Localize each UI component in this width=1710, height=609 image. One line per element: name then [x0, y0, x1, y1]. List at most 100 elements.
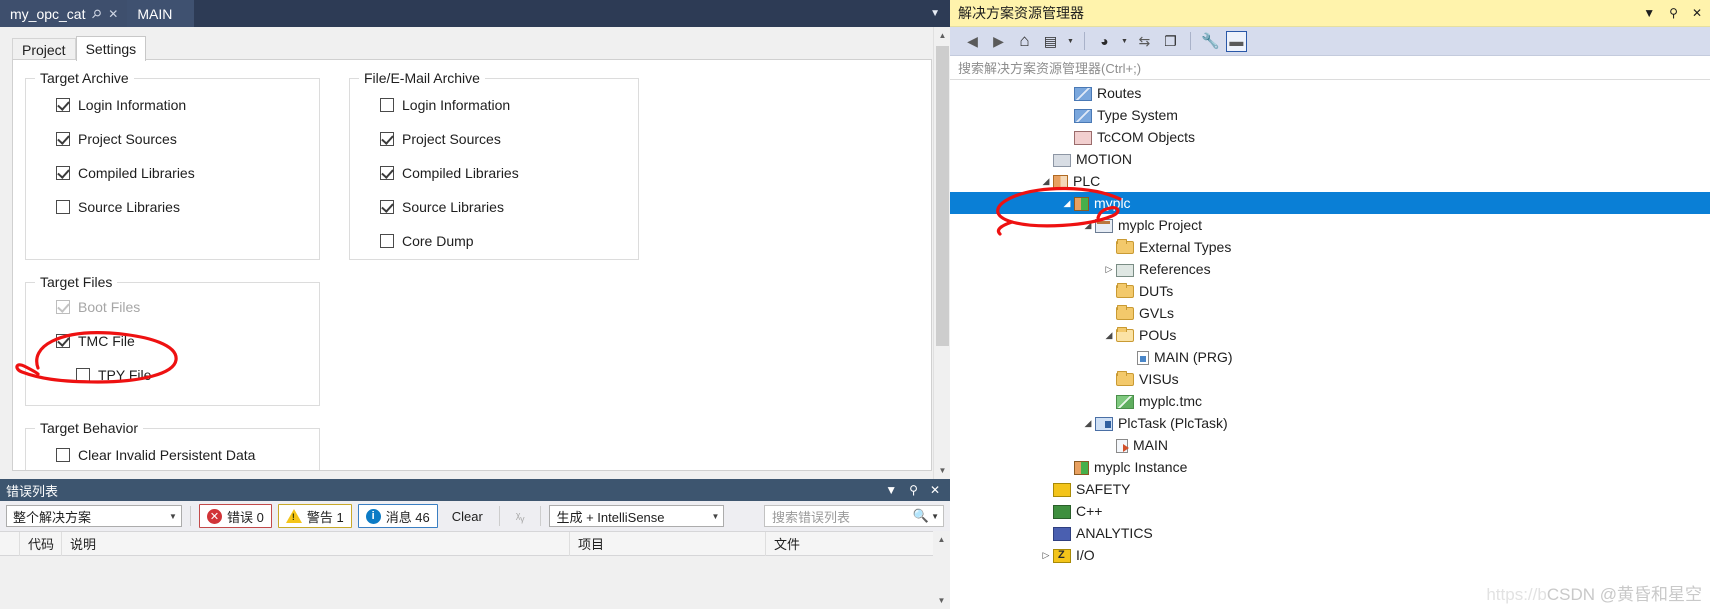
tree-item-references[interactable]: ▷ References [950, 258, 1710, 280]
tree-item-myplc-project[interactable]: ◢ myplc Project [950, 214, 1710, 236]
tree-item-myplc[interactable]: ◢ myplc [950, 192, 1710, 214]
column-header[interactable]: 代码 [20, 531, 62, 556]
chevron-down-icon[interactable]: ▼ [920, 0, 950, 27]
checkbox-clear-invalid-persistent-data[interactable] [56, 448, 70, 462]
scope-combo[interactable]: 整个解决方案 ▼ [6, 505, 182, 527]
sync-with-active-document-icon[interactable]: ▤ [1040, 31, 1061, 52]
chevron-down-icon[interactable]: ▼ [165, 512, 181, 521]
column-header[interactable]: 说明 [62, 531, 570, 556]
solution-explorer-search[interactable]: 搜索解决方案资源管理器(Ctrl+;) [950, 56, 1710, 80]
checkbox-project-sources[interactable] [380, 132, 394, 146]
refresh-icon[interactable]: ⇆ [1134, 31, 1155, 52]
document-tab-my-opc-cat[interactable]: my_opc_cat ⚲ ✕ [0, 0, 128, 27]
checkbox-row[interactable]: Login Information [56, 97, 195, 113]
pending-changes-filter-icon[interactable]: ◕ [1094, 31, 1115, 52]
tree-item-main[interactable]: MAIN [950, 434, 1710, 456]
checkbox-login-information[interactable] [56, 98, 70, 112]
build-scope-combo[interactable]: 生成 + IntelliSense ▼ [549, 505, 725, 527]
column-header[interactable]: 项目 [570, 531, 766, 556]
tree-item-external-types[interactable]: External Types [950, 236, 1710, 258]
scrollbar-thumb[interactable] [936, 46, 949, 346]
chevron-down-icon[interactable]: ▼ [1643, 6, 1655, 20]
document-tab-main[interactable]: MAIN [127, 0, 195, 27]
expanded-twisty-icon[interactable]: ◢ [1039, 176, 1053, 187]
checkbox-source-libraries[interactable] [56, 200, 70, 214]
checkbox-row[interactable]: Compiled Libraries [380, 165, 519, 181]
tree-item-visus[interactable]: VISUs [950, 368, 1710, 390]
tree-item-routes[interactable]: Routes [950, 82, 1710, 104]
checkbox-row[interactable]: Compiled Libraries [56, 165, 195, 181]
search-icon[interactable]: 🔍 [913, 508, 929, 524]
tree-item-tccom-objects[interactable]: TcCOM Objects [950, 126, 1710, 148]
tree-item-safety[interactable]: SAFETY [950, 478, 1710, 500]
checkbox-row[interactable]: Project Sources [56, 131, 195, 147]
checkbox-project-sources[interactable] [56, 132, 70, 146]
collapsed-twisty-icon[interactable]: ▷ [1102, 264, 1116, 275]
tree-item-analytics[interactable]: ANALYTICS [950, 522, 1710, 544]
tree-item-c[interactable]: C++ [950, 500, 1710, 522]
column-header[interactable]: 文件 [766, 532, 933, 556]
tab-project[interactable]: Project [12, 38, 76, 61]
tree-item-main-prg[interactable]: MAIN (PRG) [950, 346, 1710, 368]
checkbox-row[interactable]: Login Information [380, 97, 519, 113]
checkbox-row[interactable]: Core Dump [380, 233, 519, 249]
tree-item-pous[interactable]: ◢ POUs [950, 324, 1710, 346]
filter-messages-button[interactable]: i 消息 46 [357, 504, 438, 528]
expanded-twisty-icon[interactable]: ◢ [1102, 330, 1116, 341]
checkbox-row[interactable]: Clear Invalid Persistent Data [56, 447, 255, 463]
checkbox-tmc-file[interactable] [56, 334, 70, 348]
tree-item-gvls[interactable]: GVLs [950, 302, 1710, 324]
chevron-down-icon[interactable]: ▼ [931, 512, 939, 521]
settings-scrollbar[interactable]: ▲ ▼ [933, 27, 951, 479]
tree-item-plctask-plctask[interactable]: ◢ PlcTask (PlcTask) [950, 412, 1710, 434]
checkbox-row[interactable]: Source Libraries [56, 199, 195, 215]
column-header[interactable] [0, 531, 20, 556]
tree-item-plc[interactable]: ◢ PLC [950, 170, 1710, 192]
checkbox-compiled-libraries[interactable] [56, 166, 70, 180]
properties-wrench-icon[interactable]: 🔧 [1200, 31, 1221, 52]
scroll-up-icon[interactable]: ▲ [934, 27, 951, 44]
home-icon[interactable]: ⌂ [1014, 31, 1035, 52]
forward-icon[interactable]: ▶ [988, 31, 1009, 52]
clear-button[interactable]: Clear [444, 504, 491, 528]
scroll-up-icon[interactable]: ▲ [933, 531, 950, 548]
checkbox-login-information[interactable] [380, 98, 394, 112]
tree-item-myplc-tmc[interactable]: myplc.tmc [950, 390, 1710, 412]
scroll-down-icon[interactable]: ▼ [933, 592, 950, 609]
checkbox-tpy-file[interactable] [76, 368, 90, 382]
filter-warnings-button[interactable]: 警告 1 [277, 504, 352, 528]
error-list-scrollbar[interactable]: ▲ ▼ [933, 531, 950, 609]
expanded-twisty-icon[interactable]: ◢ [1081, 220, 1095, 231]
close-icon[interactable]: ✕ [108, 8, 118, 20]
close-icon[interactable]: ✕ [930, 484, 940, 496]
pin-icon[interactable]: ⚲ [1669, 6, 1678, 20]
pin-icon[interactable]: ⚲ [909, 484, 918, 496]
tree-item-i-o[interactable]: ▷ I/O [950, 544, 1710, 566]
checkbox-row[interactable]: Project Sources [380, 131, 519, 147]
sort-xy-icon[interactable]: ᵡᵧ [508, 504, 533, 528]
sync-dropdown-caret-icon[interactable]: ▼ [1066, 38, 1075, 45]
checkbox-row[interactable]: Source Libraries [380, 199, 519, 215]
close-icon[interactable]: ✕ [1692, 6, 1702, 20]
expanded-twisty-icon[interactable]: ◢ [1060, 198, 1074, 209]
checkbox-row[interactable]: TPY File [76, 367, 151, 383]
chevron-down-icon[interactable]: ▼ [885, 484, 897, 496]
error-search-box[interactable]: 搜索错误列表 🔍 ▼ [764, 505, 944, 527]
tree-item-duts[interactable]: DUTs [950, 280, 1710, 302]
show-all-files-icon[interactable]: ❐ [1160, 31, 1181, 52]
filter-dropdown-caret-icon[interactable]: ▼ [1120, 38, 1129, 45]
tree-item-myplc-instance[interactable]: myplc Instance [950, 456, 1710, 478]
tab-settings[interactable]: Settings [75, 36, 147, 61]
filter-errors-button[interactable]: ✕ 错误 0 [199, 504, 272, 528]
scroll-down-icon[interactable]: ▼ [934, 462, 951, 479]
tree-item-motion[interactable]: MOTION [950, 148, 1710, 170]
tree-item-type-system[interactable]: Type System [950, 104, 1710, 126]
pin-icon[interactable]: ⚲ [89, 5, 105, 21]
back-icon[interactable]: ◀ [962, 31, 983, 52]
collapsed-twisty-icon[interactable]: ▷ [1039, 550, 1053, 561]
collapse-icon[interactable]: ▬ [1225, 30, 1247, 52]
chevron-down-icon[interactable]: ▼ [707, 512, 723, 521]
checkbox-source-libraries[interactable] [380, 200, 394, 214]
checkbox-compiled-libraries[interactable] [380, 166, 394, 180]
expanded-twisty-icon[interactable]: ◢ [1081, 418, 1095, 429]
